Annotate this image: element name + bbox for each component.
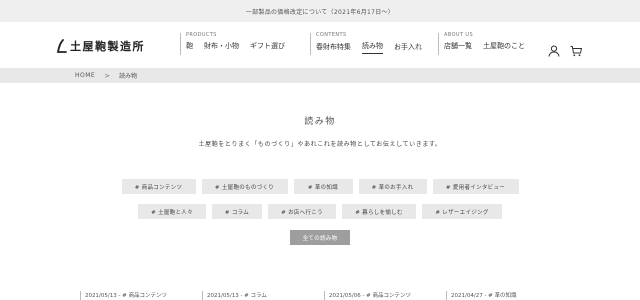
tag-column[interactable]: # コラム [212, 204, 262, 219]
breadcrumb-separator-icon: > [104, 71, 111, 80]
nav-item-care[interactable]: お手入れ [394, 42, 422, 54]
tag-leather-aging[interactable]: # レザーエイジング [422, 204, 502, 219]
tag-row: # 土屋鞄と人々 # コラム # お店へ行こう # 暮らしを愉しむ # レザーエ… [0, 204, 640, 219]
nav-item-spring-wallet[interactable]: 春財布特集 [316, 42, 351, 54]
nav-item-stores[interactable]: 店舗一覧 [444, 41, 472, 53]
tag-row: # 商品コンテンツ # 土屋鞄のものづくり # 革の知識 # 革のお手入れ # … [0, 179, 640, 194]
page-title: 読み物 [304, 117, 336, 127]
nav-divider [310, 33, 311, 55]
tag-leather-care[interactable]: # 革のお手入れ [358, 179, 427, 194]
tag-visit-store[interactable]: # お店へ行こう [268, 204, 336, 219]
tag-product-content[interactable]: # 商品コンテンツ [121, 179, 196, 194]
nav-item-wallets[interactable]: 財布・小物 [204, 41, 239, 53]
site-header: 土屋鞄製造所 PRODUCTS 鞄 財布・小物 ギフト選び CONTENTS 春… [0, 22, 640, 68]
tag-monozukuri[interactable]: # 土屋鞄のものづくり [201, 179, 288, 194]
announcement-bar[interactable]: 一部製品の価格改定について（2021年6月17日〜） [0, 0, 640, 22]
nav-contents: CONTENTS 春財布特集 読み物 お手入れ [316, 32, 433, 54]
breadcrumb-home[interactable]: HOME [75, 72, 95, 79]
cart-icon[interactable] [570, 42, 583, 57]
logo-text: 土屋鞄製造所 [70, 40, 145, 53]
post-meta[interactable]: 2021/05/13 - # 商品コンテンツ [80, 291, 167, 300]
nav-item-bags[interactable]: 鞄 [186, 41, 193, 53]
nav-item-gifts[interactable]: ギフト選び [250, 41, 285, 53]
nav-about: ABOUT US 店舗一覧 土屋鞄のこと [444, 32, 536, 53]
nav-category-contents: CONTENTS [316, 32, 347, 38]
page-lead: 土屋鞄をとりまく「ものづくり」やあれこれを読み物としてお伝えしていきます。 [198, 141, 442, 148]
nav-item-about-tsuchiya[interactable]: 土屋鞄のこと [483, 41, 525, 53]
nav-products: PRODUCTS 鞄 財布・小物 ギフト選び [186, 32, 296, 53]
tag-people[interactable]: # 土屋鞄と人々 [138, 204, 206, 219]
tag-user-interview[interactable]: # 愛用者インタビュー [432, 179, 519, 194]
nav-divider [438, 33, 439, 55]
breadcrumb-current: 読み物 [119, 73, 138, 80]
user-icon[interactable] [548, 42, 560, 57]
tag-enjoy-living[interactable]: # 暮らしを愉しむ [342, 204, 416, 219]
announcement-text[interactable]: 一部製品の価格改定について（2021年6月17日〜） [246, 7, 394, 16]
post-meta[interactable]: 2021/04/27 - # 革の知識 [446, 291, 517, 300]
nav-category-about: ABOUT US [444, 32, 474, 38]
breadcrumb: HOME > 読み物 [0, 68, 640, 83]
post-meta[interactable]: 2021/05/06 - # 商品コンテンツ [324, 291, 411, 300]
post-meta[interactable]: 2021/05/13 - # コラム [202, 291, 267, 300]
nav-category-products: PRODUCTS [186, 32, 217, 38]
nav-divider [180, 33, 181, 55]
all-readings-button[interactable]: 全ての読み物 [290, 230, 350, 245]
nav-item-readings[interactable]: 読み物 [362, 41, 383, 54]
logo[interactable]: 土屋鞄製造所 [56, 38, 145, 54]
tag-leather-knowledge[interactable]: # 革の知識 [293, 179, 353, 194]
logo-mark-icon [56, 39, 67, 53]
